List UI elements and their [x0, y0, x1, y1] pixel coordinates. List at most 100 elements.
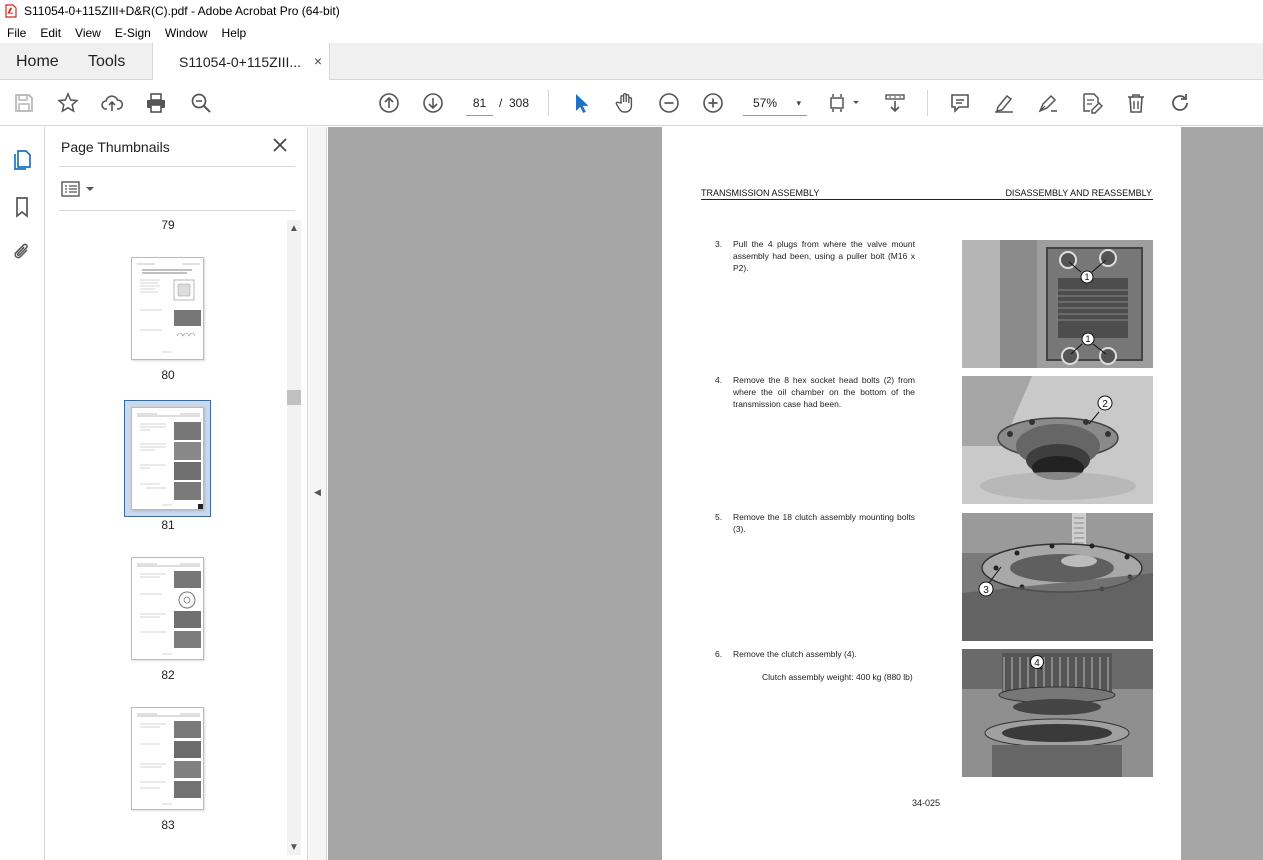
panel-scrollbar[interactable]	[287, 220, 301, 855]
photo-hex-bolts: 2	[962, 376, 1153, 504]
pdf-page: TRANSMISSION ASSEMBLY DISASSEMBLY AND RE…	[662, 127, 1181, 860]
tab-document[interactable]: S11054-0+115ZIII... ×	[152, 43, 330, 80]
thumbnail-preview	[137, 713, 201, 805]
previous-page-icon[interactable]	[377, 91, 401, 115]
page-header-right: DISASSEMBLY AND REASSEMBLY	[1005, 188, 1152, 198]
thumbnail-label: 80	[161, 368, 175, 382]
thumbnails-panel: Page Thumbnails 79 80 81 82 83 ▲ ▼	[45, 127, 308, 860]
callout-4: 4	[1034, 658, 1040, 669]
callout-1-bottom: 1	[1085, 334, 1090, 344]
step-number: 4.	[715, 375, 723, 385]
window-title: S11054-0+115ZIII+D&R(C).pdf - Adobe Acro…	[24, 4, 340, 18]
thumbnail-label: 82	[161, 668, 175, 682]
thumbnail-preview	[137, 413, 203, 509]
panel-collapse-strip[interactable]: ◀	[309, 127, 327, 860]
header-rule	[701, 199, 1153, 200]
step-number: 6.	[715, 649, 723, 659]
thumbnail-options-icon[interactable]	[61, 180, 97, 198]
step-text: Remove the 18 clutch assembly mounting b…	[733, 512, 915, 534]
page-thumbnail-83[interactable]	[131, 707, 204, 810]
thumbnail-label: 81	[161, 518, 175, 532]
step-text: Remove the 8 hex socket head bolts (2) f…	[733, 375, 915, 409]
document-view[interactable]: TRANSMISSION ASSEMBLY DISASSEMBLY AND RE…	[328, 127, 1263, 860]
menu-window[interactable]: Window	[158, 26, 215, 40]
bookmark-star-icon[interactable]	[56, 91, 80, 115]
menu-edit[interactable]: Edit	[33, 26, 68, 40]
instruction-step: 6. Remove the clutch assembly (4).	[715, 648, 915, 660]
zoom-level-value: 57%	[753, 96, 778, 110]
instruction-step: 4. Remove the 8 hex socket head bolts (2…	[715, 374, 915, 410]
menu-bar: File Edit View E-Sign Window Help	[0, 22, 1263, 43]
page-thumbnail-80[interactable]	[131, 257, 204, 360]
highlight-pen-icon[interactable]	[992, 91, 1016, 115]
tab-tools[interactable]: Tools	[88, 43, 125, 80]
page-header-left: TRANSMISSION ASSEMBLY	[701, 188, 820, 198]
collapse-panel-icon[interactable]: ◀	[314, 487, 321, 498]
panel-scrollbar-thumb[interactable]	[287, 390, 301, 405]
menu-file[interactable]: File	[0, 26, 33, 40]
acrobat-pdf-icon	[5, 4, 17, 18]
total-pages: 308	[509, 96, 530, 110]
menu-help[interactable]: Help	[215, 26, 254, 40]
save-icon[interactable]	[12, 91, 36, 115]
instruction-step: 3. Pull the 4 plugs from where the valve…	[715, 238, 915, 274]
page-thumbnails-icon[interactable]	[10, 147, 34, 171]
thumbnail-label: 83	[161, 818, 175, 832]
tab-close-icon[interactable]: ×	[314, 53, 322, 69]
step-text: Remove the clutch assembly (4).	[733, 649, 857, 659]
menu-view[interactable]: View	[68, 26, 108, 40]
comment-icon[interactable]	[948, 91, 972, 115]
callout-1-top: 1	[1084, 272, 1089, 282]
page-fit-icon[interactable]	[829, 91, 863, 115]
callout-2: 2	[1102, 399, 1108, 410]
bookmarks-icon[interactable]	[10, 195, 34, 219]
select-cursor-icon[interactable]	[569, 91, 593, 115]
search-zoom-icon[interactable]	[189, 91, 213, 115]
photo-clutch-bolts: 3	[962, 513, 1153, 641]
next-page-icon[interactable]	[421, 91, 445, 115]
scroll-up-icon[interactable]: ▲	[289, 223, 299, 234]
left-rail	[0, 127, 45, 860]
hand-tool-icon[interactable]	[613, 91, 637, 115]
chevron-down-icon: ▾	[796, 98, 801, 108]
thumbnail-preview	[137, 263, 201, 353]
close-icon[interactable]	[272, 137, 288, 153]
step-number: 5.	[715, 512, 723, 522]
divider	[59, 166, 295, 167]
scroll-down-icon[interactable]: ▼	[289, 842, 299, 853]
divider	[59, 210, 295, 211]
thumbnail-preview	[137, 563, 201, 655]
weight-note: Clutch assembly weight: 400 kg (880 lb)	[762, 672, 913, 682]
step-number: 3.	[715, 239, 723, 249]
menu-esign[interactable]: E-Sign	[108, 26, 158, 40]
toolbar-divider	[548, 90, 549, 116]
cloud-upload-icon[interactable]	[100, 91, 124, 115]
tab-bar: Home Tools S11054-0+115ZIII... ×	[0, 43, 1263, 80]
tab-home[interactable]: Home	[16, 43, 59, 80]
sign-pen-icon[interactable]	[1036, 91, 1060, 115]
rotate-icon[interactable]	[1168, 91, 1192, 115]
toolbar-divider	[927, 90, 928, 116]
zoom-in-icon[interactable]	[701, 91, 725, 115]
page-separator: /	[499, 96, 503, 110]
print-icon[interactable]	[144, 91, 168, 115]
photo-clutch-assembly: 4	[962, 649, 1153, 777]
title-bar: S11054-0+115ZIII+D&R(C).pdf - Adobe Acro…	[0, 0, 1263, 22]
page-number-input[interactable]: 81	[466, 90, 493, 116]
step-text: Pull the 4 plugs from where the valve mo…	[733, 239, 915, 273]
page-thumbnail-81[interactable]	[131, 407, 204, 510]
tab-document-label: S11054-0+115ZIII...	[179, 53, 302, 70]
attachments-icon[interactable]	[10, 240, 34, 264]
thumbnail-label: 79	[161, 218, 175, 232]
edit-pdf-icon[interactable]	[1080, 91, 1104, 115]
zoom-level-select[interactable]: 57% ▾	[743, 90, 807, 116]
photo-valve-plugs: 1 1	[962, 240, 1153, 368]
callout-3: 3	[983, 585, 989, 596]
zoom-out-icon[interactable]	[657, 91, 681, 115]
page-thumbnail-82[interactable]	[131, 557, 204, 660]
panel-title: Page Thumbnails	[61, 139, 170, 155]
instruction-step: 5. Remove the 18 clutch assembly mountin…	[715, 511, 915, 535]
scroll-mode-icon[interactable]	[883, 91, 907, 115]
delete-trash-icon[interactable]	[1124, 91, 1148, 115]
page-number-footer: 34-025	[912, 798, 941, 808]
